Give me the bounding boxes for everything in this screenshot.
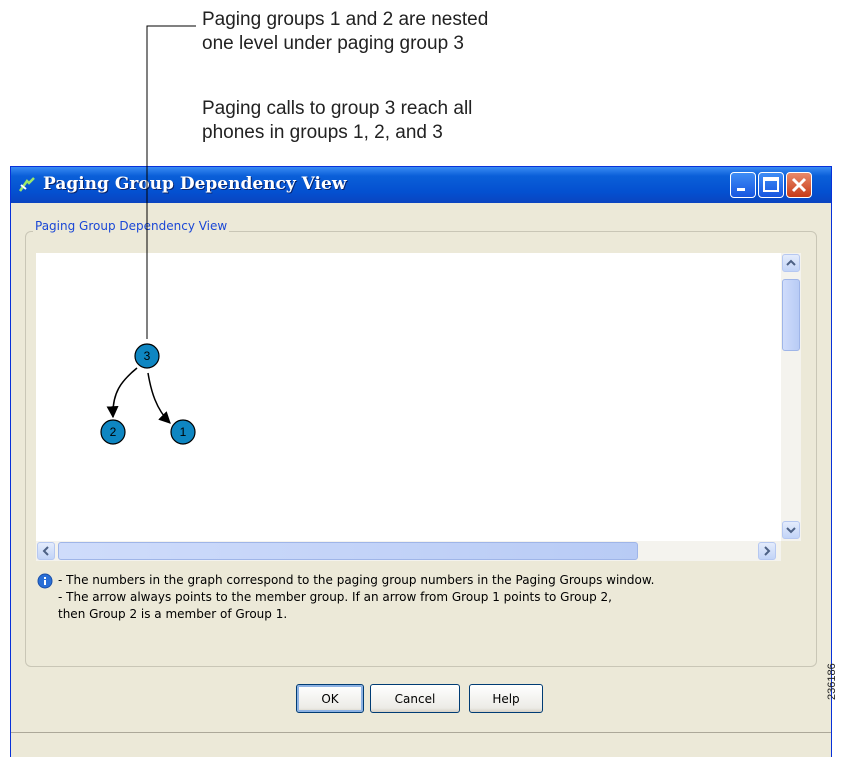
- figure-id: 236186: [826, 663, 838, 700]
- callout-leader-line: [146, 25, 196, 339]
